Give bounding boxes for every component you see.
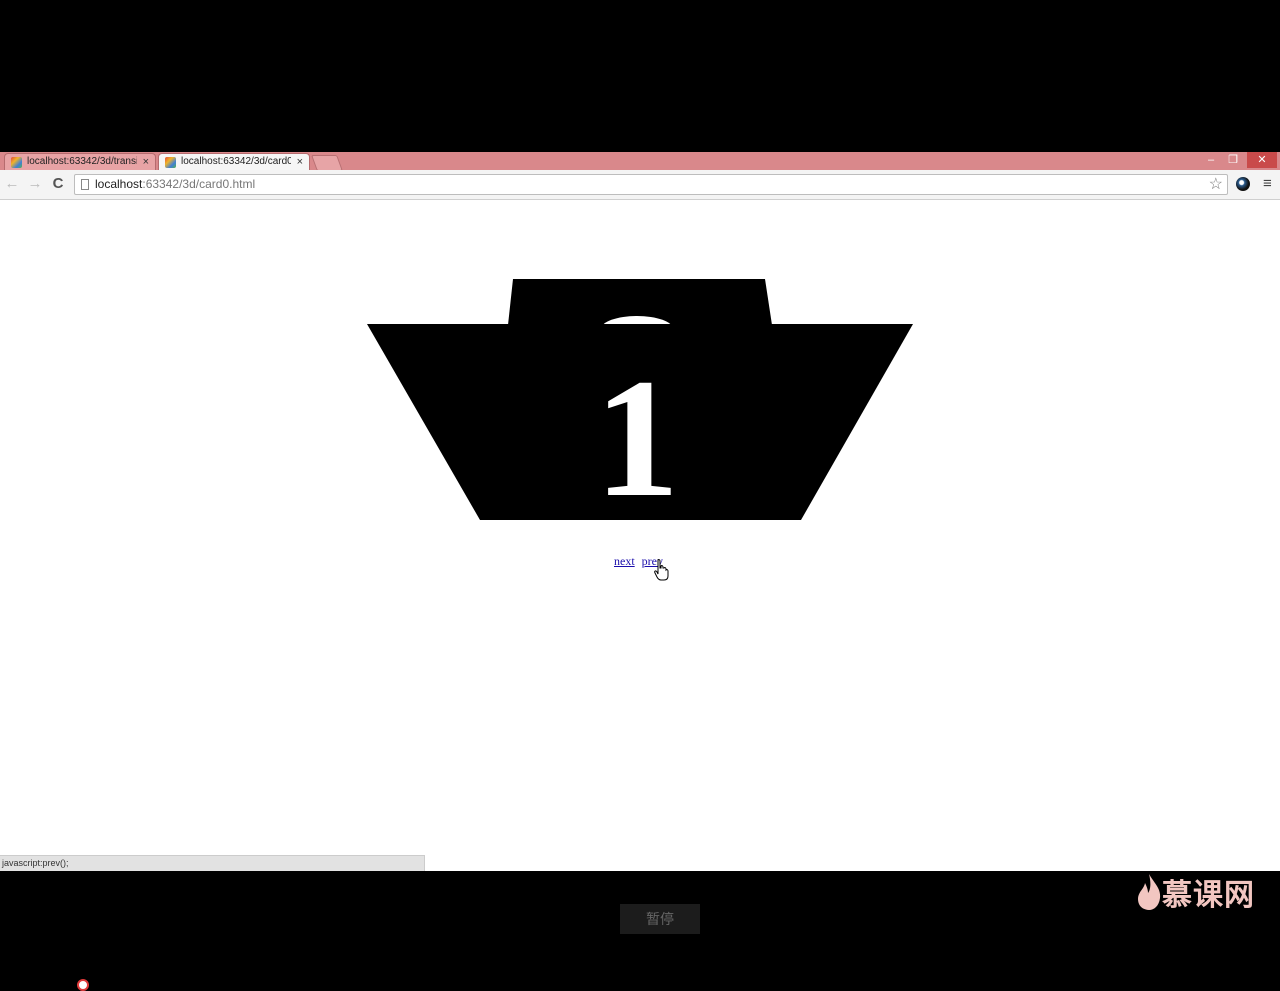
tab-title: localhost:63342/3d/card0. — [181, 156, 291, 167]
tab-transit[interactable]: localhost:63342/3d/transit × — [4, 153, 156, 170]
browser-toolbar: ← → C localhost:63342/3d/card0.html ☆ ≡ — [0, 170, 1280, 200]
webstorm-favicon-icon — [11, 157, 22, 168]
extension-icon[interactable] — [1236, 177, 1250, 191]
browser-window: localhost:63342/3d/transit × localhost:6… — [0, 152, 1280, 912]
bookmark-star-icon[interactable]: ☆ — [1209, 175, 1223, 194]
reload-icon[interactable]: C — [50, 176, 66, 192]
url-path: :63342/3d/card0.html — [142, 177, 256, 191]
flame-logo-icon — [1138, 874, 1161, 910]
forward-arrow-icon[interactable]: → — [27, 176, 43, 192]
status-bar: javascript:prev(); — [0, 855, 425, 871]
tab-close-icon[interactable]: × — [297, 154, 303, 170]
restore-button[interactable]: ❐ — [1225, 152, 1241, 168]
address-bar[interactable]: localhost:63342/3d/card0.html ☆ — [74, 174, 1228, 195]
pause-button[interactable]: 暂停 — [620, 904, 700, 934]
hand-cursor-icon — [654, 559, 669, 581]
tab-title: localhost:63342/3d/transit — [27, 156, 137, 167]
close-window-button[interactable]: ✕ — [1247, 152, 1277, 168]
back-arrow-icon[interactable]: ← — [4, 176, 20, 192]
card-number: 1 — [595, 344, 680, 522]
watermark-text: 慕课网 — [1162, 879, 1255, 912]
tab-card0[interactable]: localhost:63342/3d/card0. × — [158, 153, 310, 170]
next-link[interactable]: next — [614, 554, 635, 568]
menu-icon[interactable]: ≡ — [1263, 175, 1272, 193]
progress-scrubber-handle[interactable] — [77, 979, 89, 991]
imooc-watermark: 慕课网 — [1136, 870, 1255, 914]
url-text: localhost:63342/3d/card0.html — [95, 177, 255, 191]
new-tab-button[interactable] — [311, 155, 343, 171]
page-icon — [81, 179, 89, 190]
url-host: localhost — [95, 177, 143, 191]
page-viewport: 1 next prev 慕课网 — [0, 200, 1280, 912]
tab-close-icon[interactable]: × — [143, 154, 149, 170]
minimize-button[interactable]: – — [1203, 152, 1219, 168]
webstorm-favicon-icon — [165, 157, 176, 168]
tab-strip: localhost:63342/3d/transit × localhost:6… — [0, 152, 1280, 171]
3d-card-stage: 1 — [367, 279, 913, 522]
